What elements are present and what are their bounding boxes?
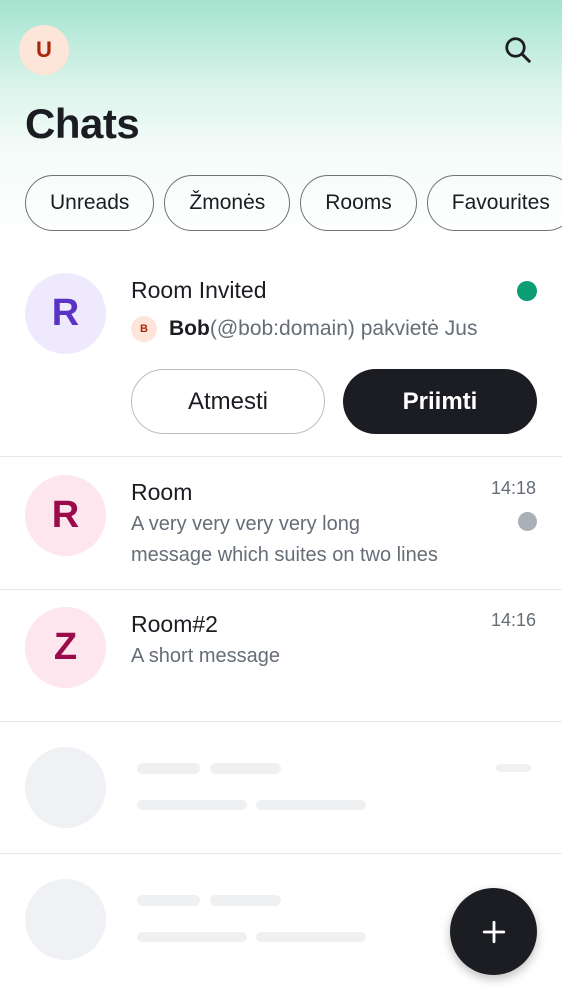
- skeleton-bar: [137, 895, 200, 906]
- skeleton-bar: [256, 932, 366, 942]
- room-avatar: R: [25, 475, 106, 556]
- plus-icon: [482, 920, 505, 943]
- search-icon: [505, 37, 531, 63]
- room-avatar: Z: [25, 607, 106, 688]
- inviter-info: B Bob (@bob:domain) pakvietė Jus: [131, 316, 477, 342]
- inviter-avatar: B: [131, 316, 157, 342]
- filter-chip-favourites[interactable]: Favourites: [426, 175, 562, 231]
- room-name: Room#2: [131, 611, 218, 637]
- filter-chip-unreads[interactable]: Unreads: [25, 175, 155, 231]
- room-last-message: A short message: [131, 641, 481, 672]
- invite-room-avatar: R: [25, 273, 106, 354]
- invite-indicator-dot: [517, 281, 537, 301]
- room-name: Room: [131, 479, 193, 505]
- top-bar: U: [0, 0, 562, 100]
- accept-button[interactable]: Priimti: [343, 369, 537, 434]
- skeleton-bar: [210, 763, 281, 774]
- room-timestamp: 14:16: [490, 610, 536, 630]
- skeleton-bar: [137, 763, 200, 774]
- skeleton-bar: [137, 800, 247, 810]
- skeleton-bar: [496, 764, 531, 772]
- search-button[interactable]: [496, 28, 540, 72]
- unread-dot: [518, 512, 537, 531]
- inviter-name: Bob: [169, 317, 210, 340]
- room-message-line: A very very very very long: [131, 513, 360, 535]
- filter-chip-people[interactable]: Žmonės: [164, 175, 291, 231]
- skeleton-bar: [210, 895, 281, 906]
- new-chat-button[interactable]: [450, 888, 537, 975]
- invite-room-name: Room Invited: [131, 277, 267, 303]
- skeleton-bar: [137, 932, 247, 942]
- page-title: Chats: [25, 100, 140, 147]
- user-avatar[interactable]: U: [19, 25, 69, 75]
- decline-button[interactable]: Atmesti: [131, 369, 325, 434]
- room-message-line: A short message: [131, 645, 280, 667]
- skeleton-bar: [256, 800, 366, 810]
- room-row[interactable]: Z Room#2 14:16 A short message: [0, 590, 562, 722]
- room-timestamp: 14:18: [490, 478, 536, 498]
- skeleton-row: [0, 722, 562, 854]
- room-last-message: A very very very very long message which…: [131, 509, 481, 571]
- filter-chips: Unreads Žmonės Rooms Favourites: [25, 175, 562, 232]
- room-message-line: message which suites on two lines: [131, 544, 438, 566]
- inviter-text: (@bob:domain) pakvietė Jus: [209, 317, 478, 340]
- filter-chip-rooms[interactable]: Rooms: [300, 175, 417, 231]
- skeleton-avatar: [25, 747, 106, 828]
- room-row[interactable]: R Room 14:18 A very very very very long …: [0, 457, 562, 590]
- skeleton-avatar: [25, 879, 106, 960]
